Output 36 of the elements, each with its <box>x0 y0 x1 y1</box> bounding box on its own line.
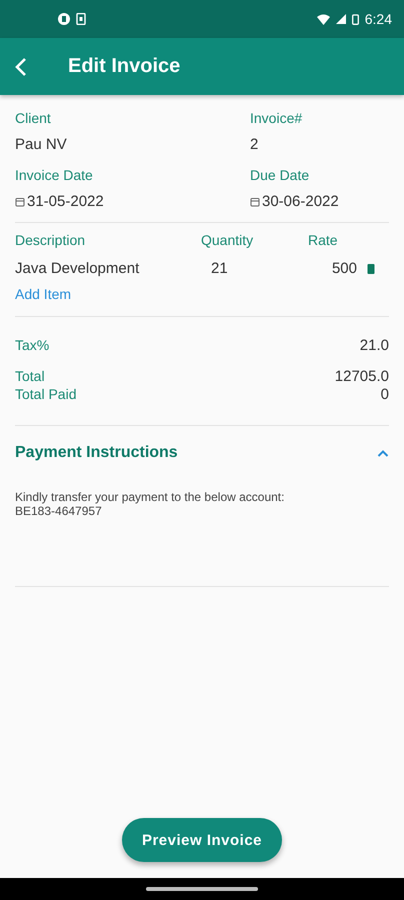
field-value[interactable]: 31-05-2022 <box>27 193 104 210</box>
field-value[interactable]: 2 <box>250 136 258 153</box>
total-paid-value: 0 <box>380 386 389 403</box>
field-value[interactable]: 30-06-2022 <box>262 193 339 210</box>
back-icon[interactable] <box>15 56 27 76</box>
item-quantity: 21 <box>210 260 229 277</box>
preview-invoice-button[interactable]: Preview Invoice <box>122 818 282 862</box>
field-label: Invoice Date <box>15 167 94 183</box>
field-label: Invoice# <box>250 110 304 126</box>
calendar-icon <box>250 196 260 206</box>
item-description: Java Development <box>15 260 140 277</box>
tax-value[interactable]: 21.0 <box>360 337 389 354</box>
item-rate: 500 <box>330 260 357 277</box>
section-title[interactable]: Payment Instructions <box>15 444 178 462</box>
field-label: Due Date <box>250 167 310 183</box>
total-paid-label: Total Paid <box>15 386 76 403</box>
total-value: 12705.0 <box>334 368 389 385</box>
column-header: Quantity <box>201 232 254 248</box>
calendar-icon <box>15 196 25 206</box>
tax-label: Tax% <box>15 337 50 354</box>
payment-instructions-text[interactable]: Kindly transfer your payment to the below account: BE183-4647957 <box>15 490 389 518</box>
home-handle[interactable] <box>146 887 258 891</box>
delete-icon[interactable] <box>367 264 375 274</box>
chevron-icon[interactable] <box>377 449 389 457</box>
signal-icon <box>336 14 346 24</box>
phone-icon <box>76 13 86 25</box>
screen-title: Edit Invoice <box>68 55 180 78</box>
status-time: 6:24 <box>364 11 392 27</box>
field-value[interactable]: Pau NV <box>15 136 67 153</box>
total-label: Total <box>15 368 45 385</box>
column-header: Rate <box>307 232 339 248</box>
battery-icon <box>352 14 359 24</box>
field-label: Client <box>15 110 52 126</box>
notification-icon <box>58 13 70 25</box>
wifi-icon <box>316 14 330 24</box>
column-header: Description <box>15 232 86 248</box>
